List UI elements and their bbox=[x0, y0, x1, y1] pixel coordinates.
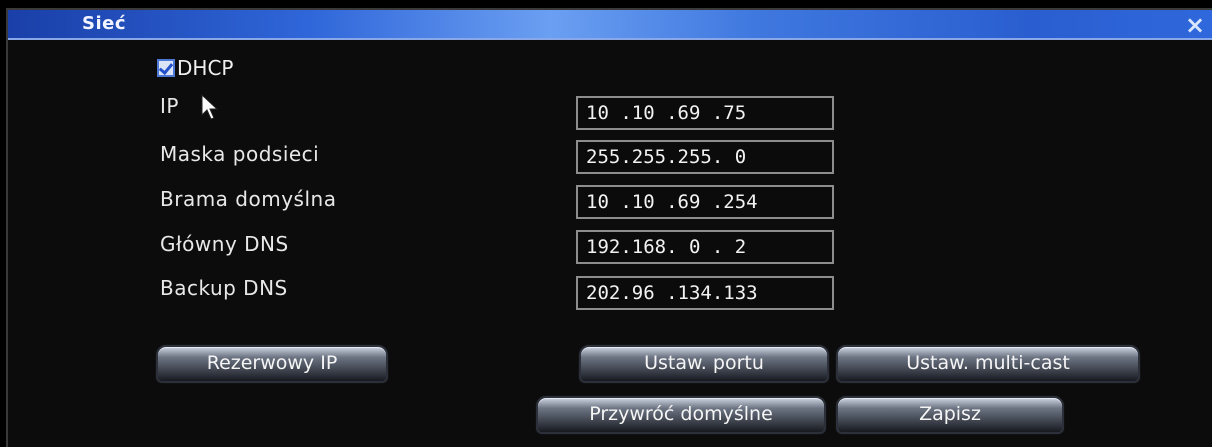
ip-label: IP bbox=[160, 94, 179, 118]
mouse-pointer-icon bbox=[201, 93, 219, 120]
dhcp-checkbox[interactable] bbox=[157, 59, 175, 77]
backup-ip-button-label: Rezerwowy IP bbox=[206, 352, 338, 374]
primary-dns-field[interactable]: 192.168. 0 . 2 bbox=[576, 230, 834, 264]
port-settings-button[interactable]: Ustaw. portu bbox=[579, 345, 829, 383]
save-button-label: Zapisz bbox=[919, 403, 981, 425]
window-title: Sieć bbox=[82, 13, 127, 34]
gateway-field[interactable]: 10 .10 .69 .254 bbox=[576, 185, 834, 219]
dhcp-label: DHCP bbox=[177, 56, 234, 80]
port-settings-button-label: Ustaw. portu bbox=[644, 352, 764, 374]
restore-defaults-button-label: Przywróć domyślne bbox=[589, 403, 773, 425]
close-icon[interactable]: × bbox=[1182, 12, 1208, 38]
backup-dns-field[interactable]: 202.96 .134.133 bbox=[576, 276, 834, 310]
gateway-label: Brama domyślna bbox=[160, 187, 337, 211]
title-bar: Sieć × bbox=[8, 10, 1212, 40]
backup-ip-button[interactable]: Rezerwowy IP bbox=[156, 345, 388, 383]
dhcp-option[interactable]: DHCP bbox=[157, 56, 233, 80]
multicast-settings-button-label: Ustaw. multi-cast bbox=[906, 352, 1070, 374]
subnet-mask-field[interactable]: 255.255.255. 0 bbox=[576, 140, 834, 174]
multicast-settings-button[interactable]: Ustaw. multi-cast bbox=[836, 345, 1140, 383]
ip-field[interactable]: 10 .10 .69 .75 bbox=[576, 96, 834, 130]
primary-dns-label: Główny DNS bbox=[160, 232, 289, 256]
save-button[interactable]: Zapisz bbox=[836, 396, 1064, 434]
backup-dns-label: Backup DNS bbox=[160, 276, 288, 300]
restore-defaults-button[interactable]: Przywróć domyślne bbox=[536, 396, 826, 434]
subnet-mask-label: Maska podsieci bbox=[160, 142, 320, 166]
